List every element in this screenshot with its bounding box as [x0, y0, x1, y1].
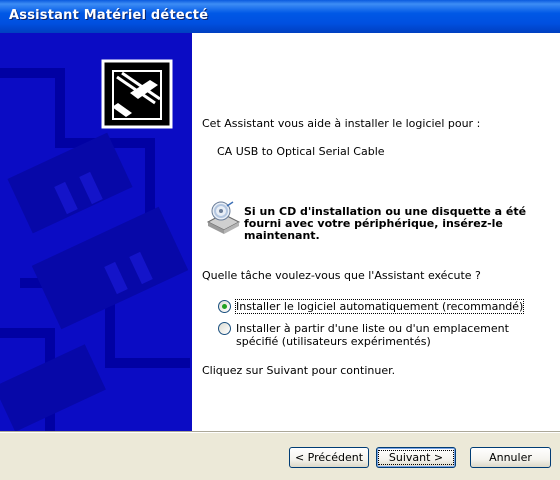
wizard-content: Cet Assistant vous aide à installer le l… [192, 33, 560, 431]
cd-drive-icon [206, 201, 241, 234]
option-automatic-label[interactable]: Installer le logiciel automatiquement (r… [234, 299, 525, 314]
hardware-icon [101, 59, 173, 129]
title-bar[interactable]: Assistant Matériel détecté [0, 0, 560, 33]
option-manual[interactable]: Installer à partir d'une liste ou d'un e… [218, 322, 548, 348]
question-text: Quelle tâche voulez-vous que l'Assistant… [202, 269, 481, 282]
radio-manual[interactable] [218, 322, 231, 335]
window-title: Assistant Matériel détecté [9, 8, 209, 23]
cd-notice: Si un CD d'installation ou une disquette… [244, 205, 527, 242]
footer-divider-highlight [0, 432, 560, 433]
next-button[interactable]: Suivant > [376, 447, 456, 468]
back-button[interactable]: < Précédent [289, 447, 369, 468]
hardware-banner-graphic [0, 59, 190, 431]
cancel-button[interactable]: Annuler [470, 447, 551, 468]
option-manual-label[interactable]: Installer à partir d'une liste ou d'un e… [236, 322, 548, 348]
option-automatic[interactable]: Installer le logiciel automatiquement (r… [218, 299, 525, 314]
wizard-window: Assistant Matériel détecté Cet Assistant… [0, 0, 560, 480]
wizard-banner [0, 33, 192, 431]
device-name: CA USB to Optical Serial Cable [217, 145, 385, 158]
continue-hint: Cliquez sur Suivant pour continuer. [202, 364, 396, 377]
next-button-label: Suivant > [377, 450, 455, 465]
radio-automatic[interactable] [218, 300, 231, 313]
intro-text: Cet Assistant vous aide à installer le l… [202, 117, 481, 130]
